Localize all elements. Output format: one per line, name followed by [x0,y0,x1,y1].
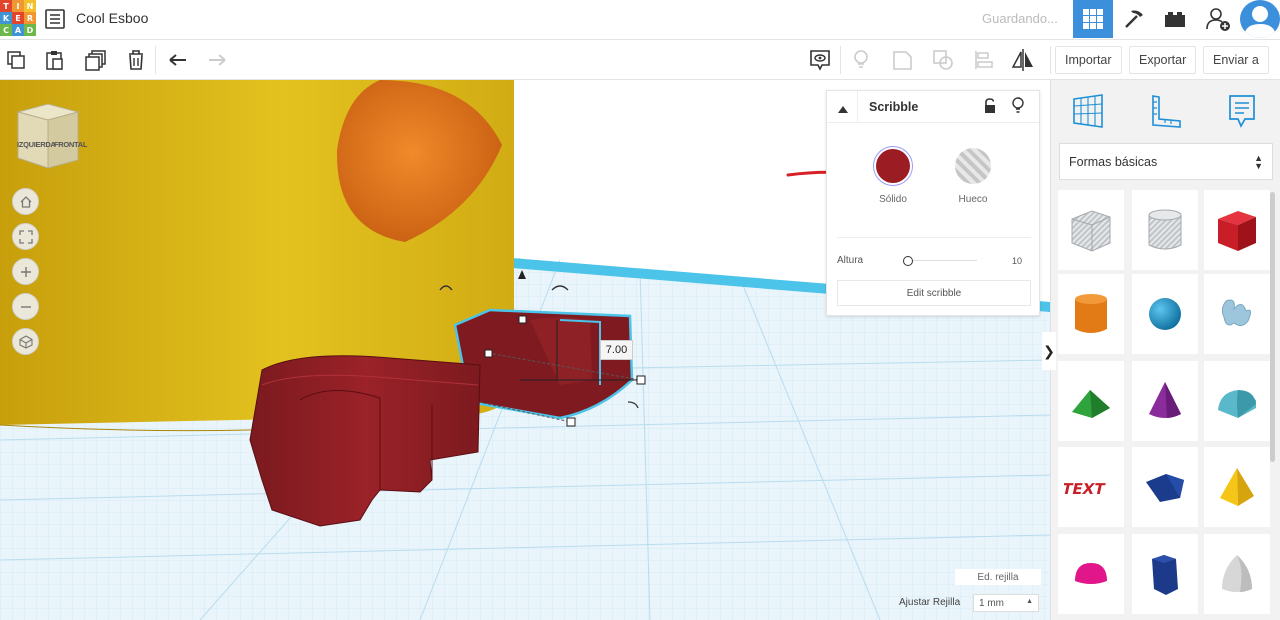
logo-letter: A [12,24,24,36]
logo-letter: R [24,12,36,24]
shape-pyramid[interactable] [1204,447,1270,527]
group-icon[interactable] [889,47,915,73]
view-cube[interactable]: IZQUIERDA FRONTAL [14,102,87,174]
shape-half-sphere[interactable] [1058,534,1124,614]
saving-status: Guardando... [982,11,1058,26]
copy-icon[interactable] [3,47,29,73]
shape-category-label: Formas básicas [1069,155,1158,169]
projection-icon[interactable] [12,328,39,355]
snap-grid-label: Ajustar Rejilla [899,597,961,608]
logo-letter: N [24,0,36,12]
collapse-panel-button[interactable]: ❯ [1042,332,1056,370]
select-arrows-icon: ▲ ▼ [1254,153,1263,171]
collapse-up-icon[interactable] [837,101,849,119]
duplicate-icon[interactable] [83,47,109,73]
pickaxe-icon[interactable] [1114,0,1154,38]
shape-cone[interactable] [1132,361,1198,441]
bulb-icon[interactable] [1011,97,1025,120]
caret-up-icon: ▲ [1026,598,1033,605]
shape-box[interactable] [1204,190,1270,270]
snap-grid-value: 1 mm [979,598,1004,609]
grid-view-icon[interactable] [1073,0,1113,38]
inspector-title: Scribble [869,100,919,114]
logo-letter: I [12,0,24,12]
logo-letter: T [0,0,12,12]
workplane-icon[interactable] [1067,90,1109,132]
top-bar: TINKERCAD Cool Esboo Guardando... [0,0,1280,40]
delete-icon[interactable] [123,47,149,73]
align-icon[interactable] [971,47,997,73]
shape-cylinder[interactable] [1058,274,1124,354]
shape-scribble[interactable] [1204,274,1270,354]
bricks-icon[interactable] [1155,0,1195,38]
paste-icon[interactable] [42,47,68,73]
dimension-value[interactable]: 7.00 [600,340,633,360]
edit-grid-button[interactable]: Ed. rejilla [955,569,1041,585]
undo-icon[interactable] [165,47,191,73]
shape-text[interactable]: TEXT [1058,447,1124,527]
shape-polygon[interactable] [1132,447,1198,527]
zoom-out-icon[interactable] [12,293,39,320]
shapes-scrollbar[interactable] [1270,192,1275,462]
shape-box-hole[interactable] [1058,190,1124,270]
fit-view-icon[interactable] [12,223,39,250]
logo-letter: C [0,24,12,36]
shape-inspector: Scribble Sólido Hueco Altura 10 Edit scr… [826,90,1040,316]
send-to-button[interactable]: Enviar a [1203,46,1269,74]
hole-swatch[interactable] [955,148,991,184]
view-cube-front-label[interactable]: FRONTAL [54,140,87,149]
view-cube-left-label[interactable]: IZQUIERDA [17,140,56,149]
shape-cylinder-hole[interactable] [1132,190,1198,270]
light-icon[interactable] [848,47,874,73]
notes-icon[interactable] [807,47,833,73]
notes-panel-icon[interactable] [1221,90,1263,132]
shape-paraboloid[interactable] [1204,534,1270,614]
edit-scribble-button[interactable]: Edit scribble [837,280,1031,306]
design-title[interactable]: Cool Esboo [76,10,148,26]
solid-label: Sólido [879,194,907,205]
height-slider-track[interactable] [905,260,977,261]
edit-toolbar: Importar Exportar Enviar a [0,40,1280,80]
import-button[interactable]: Importar [1055,46,1122,74]
shape-round-roof[interactable] [1204,361,1270,441]
user-avatar-icon[interactable] [1240,0,1280,38]
shape-sphere[interactable] [1132,274,1198,354]
add-user-icon[interactable] [1198,0,1238,38]
hole-group-icon[interactable] [930,47,956,73]
height-label: Altura [837,255,864,266]
mirror-icon[interactable] [1010,47,1036,73]
height-slider-thumb[interactable] [903,256,913,266]
shape-category-select[interactable]: Formas básicas ▲ ▼ [1059,143,1273,180]
ruler-icon[interactable] [1144,90,1186,132]
lock-icon[interactable] [983,98,997,119]
solid-color-swatch[interactable] [873,146,913,186]
logo-letter: K [0,12,12,24]
snap-grid-select[interactable]: 1 mm ▲ [973,594,1039,612]
shape-roof[interactable] [1058,361,1124,441]
home-icon[interactable] [12,188,39,215]
design-list-icon[interactable] [44,8,66,30]
hole-label: Hueco [958,194,988,205]
zoom-in-icon[interactable] [12,258,39,285]
export-button[interactable]: Exportar [1129,46,1197,74]
logo-letter: E [12,12,24,24]
height-value[interactable]: 10 [1012,256,1022,266]
shape-hexagonal-prism[interactable] [1132,534,1198,614]
logo-letter: D [24,24,36,36]
svg-text:TEXT: TEXT [1064,480,1107,498]
redo-icon[interactable] [204,47,230,73]
tinkercad-logo[interactable]: TINKERCAD [0,0,36,36]
